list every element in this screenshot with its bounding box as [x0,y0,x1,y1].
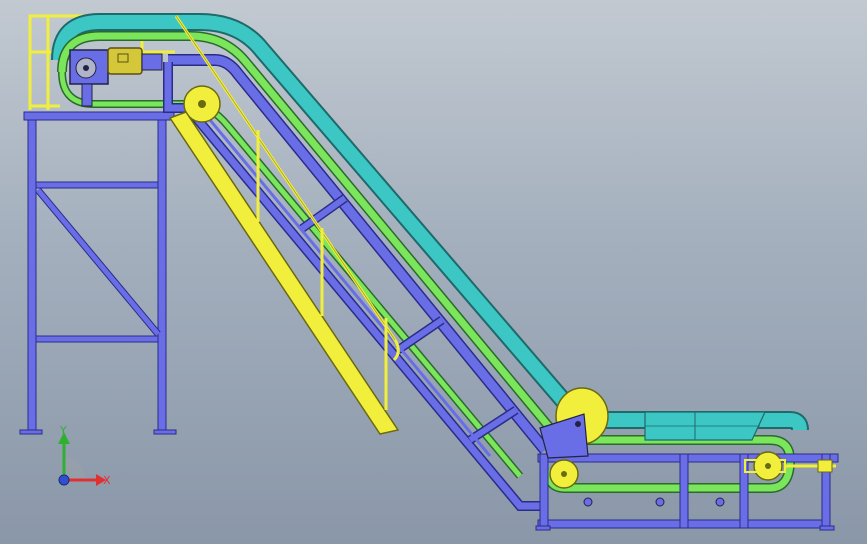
triad-x-label: X [103,474,111,487]
tail-foot-4 [819,525,835,531]
platform-foot-left [19,429,43,435]
motor-mount [81,83,93,107]
tail-foot-1 [535,525,551,531]
tail-leg-1 [539,453,549,529]
tail-inner-pulley[interactable] [549,459,579,489]
frame-lower-rail-edge [163,62,540,511]
return-roller-3 [715,497,725,507]
return-roller-1 [583,497,593,507]
motor-coupling [141,53,163,71]
snub-pulley-hub [198,100,206,108]
tail-pulley-hub [765,463,771,469]
conveyor-drawing[interactable]: Y X [0,0,867,544]
triad-z-axis [58,474,70,486]
platform-support-frame[interactable] [19,111,177,435]
platform-beam-lower [35,335,159,343]
cad-viewport[interactable]: Y X [0,0,867,544]
feed-hopper[interactable] [644,411,766,441]
tail-inner-hub [561,471,567,477]
platform-leg-left[interactable] [27,117,37,433]
coordinate-triad-icon: Y X [58,424,111,487]
gearbox-shaft [83,65,89,71]
platform-beam-upper [35,181,159,189]
platform-leg-right[interactable] [157,117,167,433]
platform-deck[interactable] [23,111,175,121]
gear-motor-icon[interactable] [107,47,143,75]
frame-lower-rail[interactable] [164,62,540,510]
bend-pulley-hub [575,421,581,427]
return-roller-2 [655,497,665,507]
triad-y-label: Y [59,424,67,437]
drive-unit[interactable] [69,47,163,107]
take-up-nut [817,459,833,473]
platform-brace-fill [36,188,160,336]
platform-foot-right [153,429,177,435]
tail-leg-2 [679,453,689,529]
incline-brace-1-fill [298,195,347,233]
